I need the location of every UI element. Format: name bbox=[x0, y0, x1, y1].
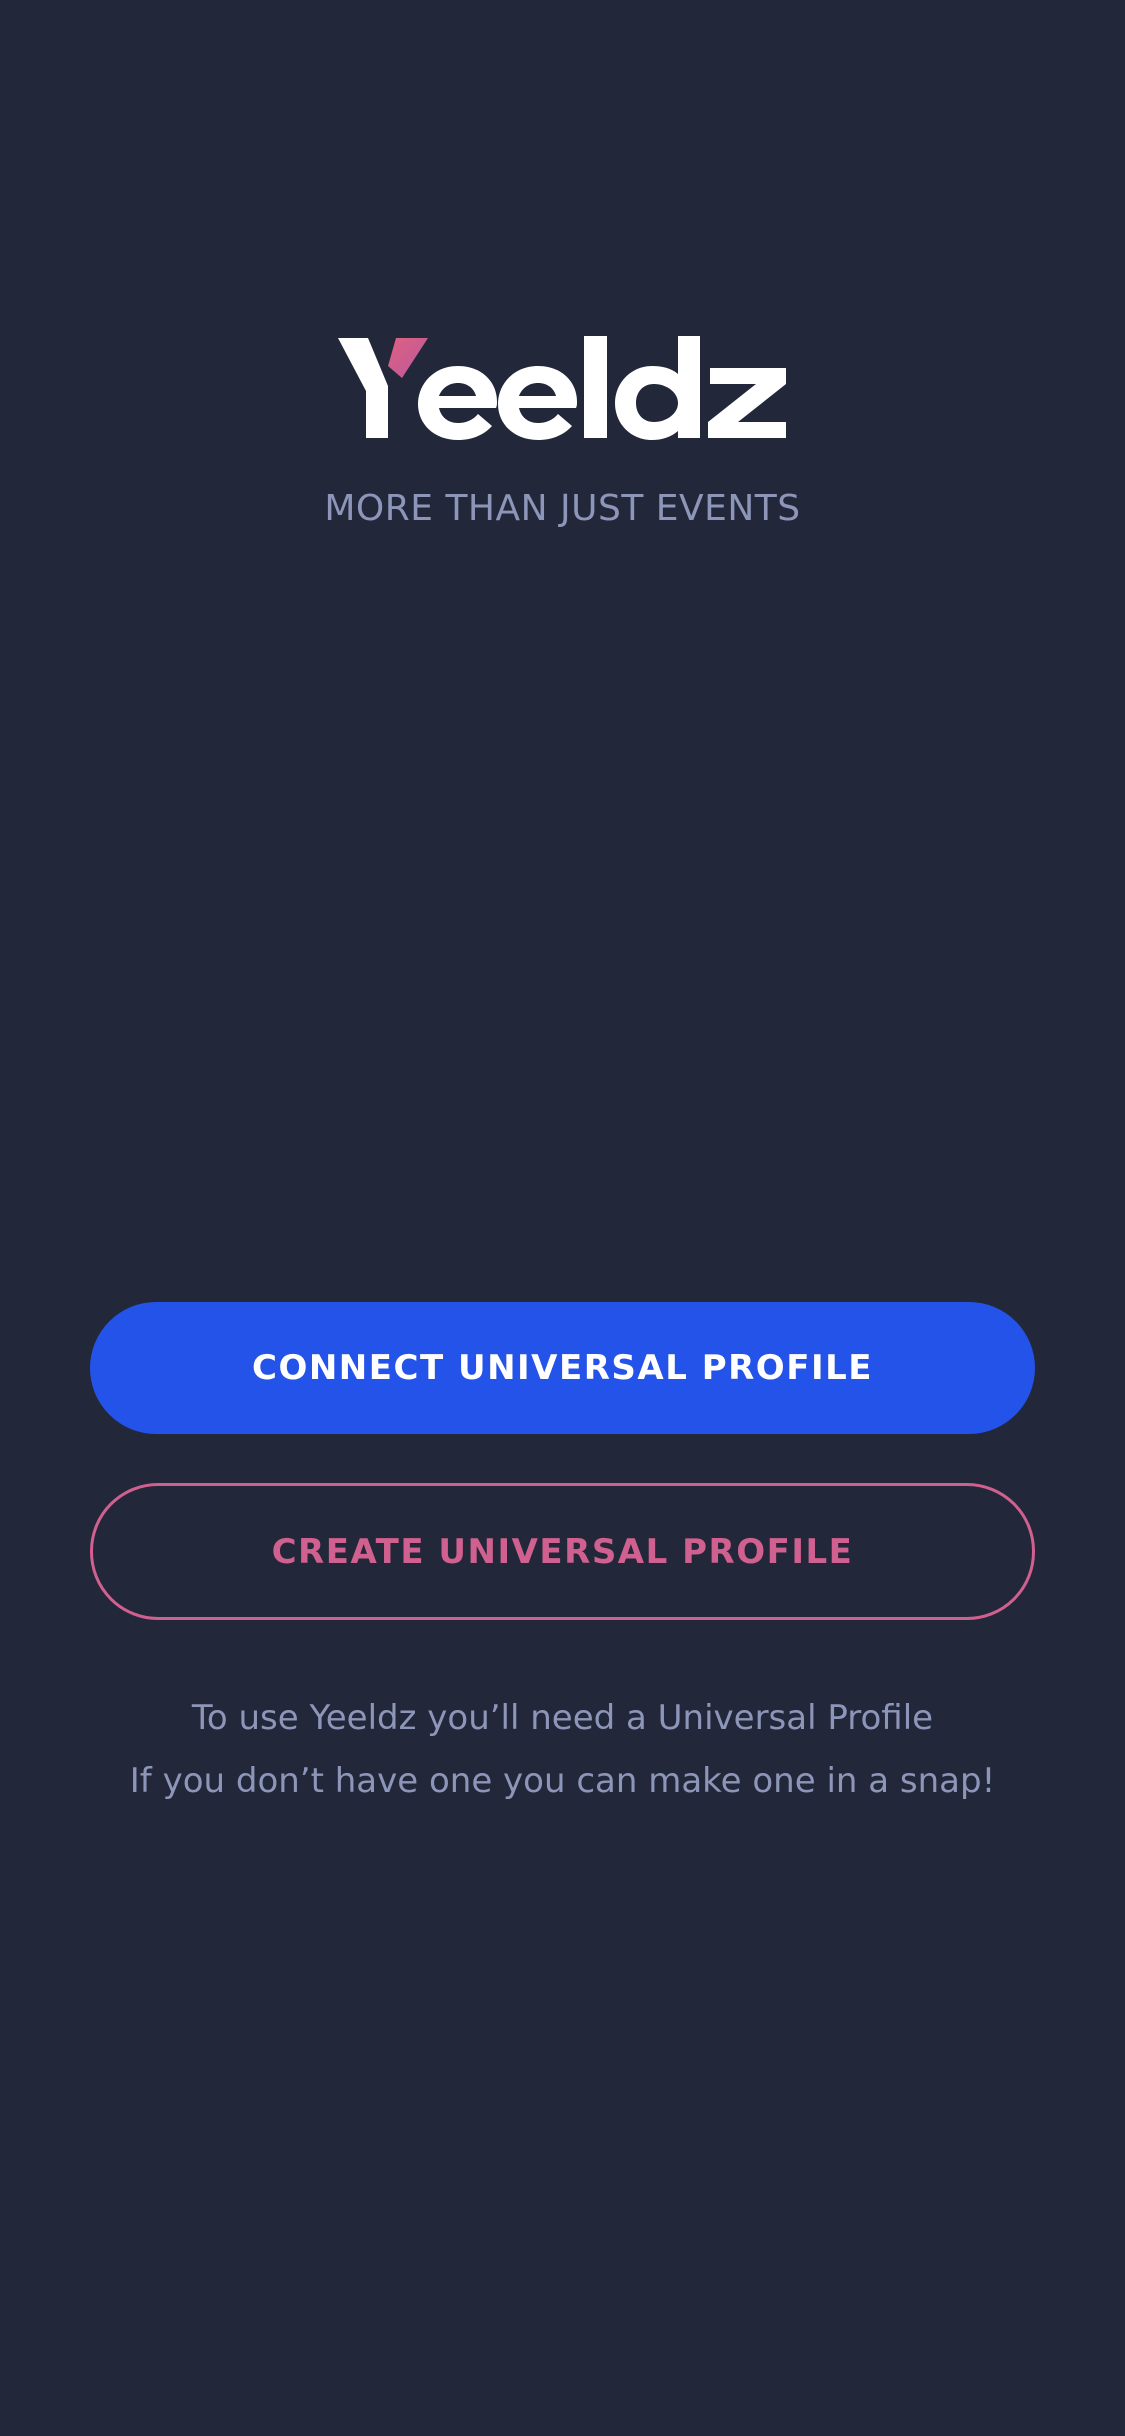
onboarding-screen: MORE THAN JUST EVENTS CONNECT UNIVERSAL … bbox=[0, 0, 1125, 2436]
info-text-line-2: If you don’t have one you can make one i… bbox=[129, 1761, 996, 1801]
info-text-line-1: To use Yeeldz you’ll need a Universal Pr… bbox=[191, 1698, 934, 1738]
logo-wordmark bbox=[337, 336, 786, 440]
tagline: MORE THAN JUST EVENTS bbox=[324, 488, 801, 529]
create-universal-profile-button[interactable]: CREATE UNIVERSAL PROFILE bbox=[90, 1483, 1035, 1620]
yeeldz-logo bbox=[0, 336, 1125, 441]
connect-universal-profile-button[interactable]: CONNECT UNIVERSAL PROFILE bbox=[90, 1302, 1035, 1434]
